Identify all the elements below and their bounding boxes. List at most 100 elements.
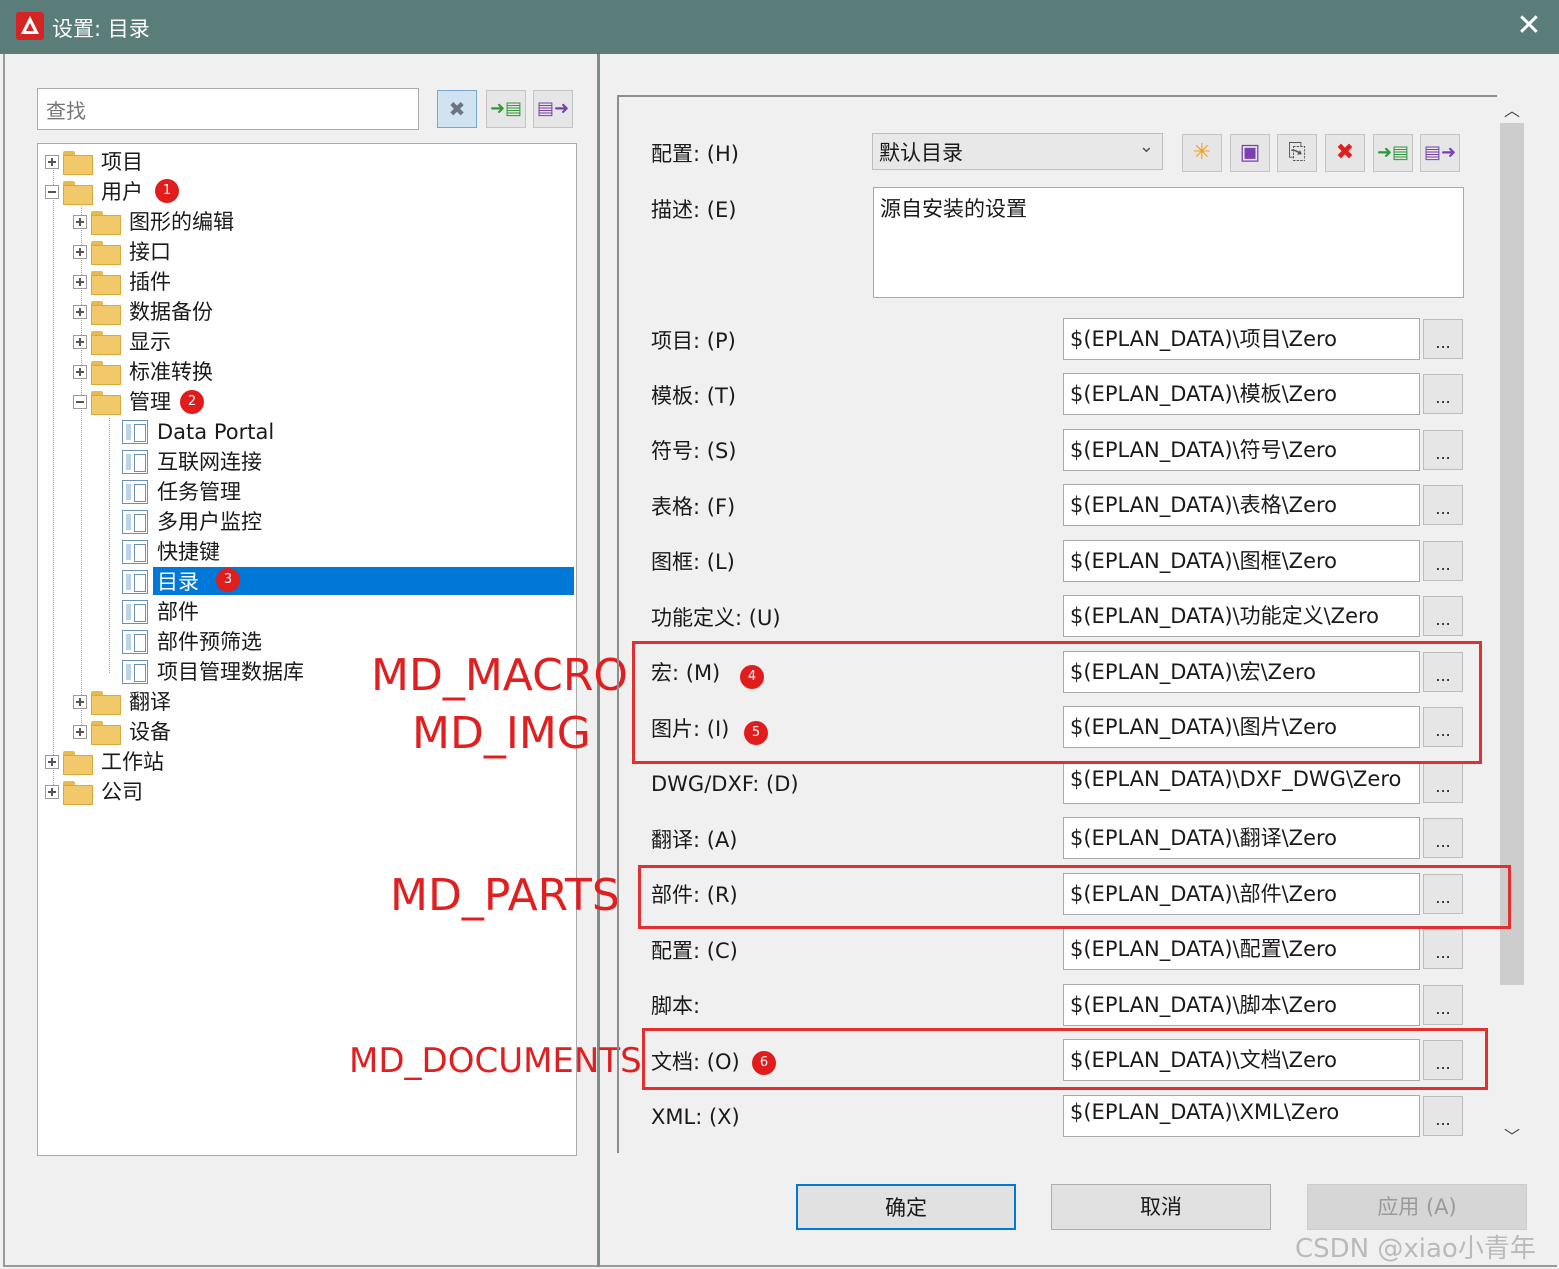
browse-button[interactable]: ... xyxy=(1423,1096,1463,1136)
path-input-form[interactable]: $(EPLAN_DATA)\表格\Zero xyxy=(1063,484,1420,526)
browse-button[interactable]: ... xyxy=(1423,818,1463,858)
import-icon[interactable]: ➜▤ xyxy=(1373,134,1413,172)
browse-button[interactable]: ... xyxy=(1423,929,1463,969)
field-label-configuration: 配置: (C) xyxy=(651,939,738,963)
path-input-function-def[interactable]: $(EPLAN_DATA)\功能定义\Zero xyxy=(1063,595,1420,637)
save-icon[interactable]: ▣ xyxy=(1230,134,1270,172)
scroll-up-icon[interactable]: ︿ xyxy=(1497,97,1527,125)
tree-line xyxy=(109,418,110,673)
annotation-badge-2: 2 xyxy=(180,390,204,414)
folder-icon xyxy=(91,211,121,235)
tree-label: 图形的编辑 xyxy=(129,210,234,234)
copy-icon[interactable]: ⎘ xyxy=(1277,134,1317,172)
field-label-form: 表格: (F) xyxy=(651,495,736,519)
browse-button[interactable]: ... xyxy=(1423,319,1463,359)
tree-line xyxy=(53,170,54,795)
path-input-configuration[interactable]: $(EPLAN_DATA)\配置\Zero xyxy=(1063,928,1420,970)
browse-button[interactable]: ... xyxy=(1423,596,1463,636)
path-input-xml[interactable]: $(EPLAN_DATA)\XML\Zero xyxy=(1063,1095,1420,1137)
settings-page-icon xyxy=(122,420,148,444)
export-icon[interactable]: ▤➜ xyxy=(533,90,573,128)
expand-icon[interactable] xyxy=(73,215,87,229)
path-input-symbol[interactable]: $(EPLAN_DATA)\符号\Zero xyxy=(1063,429,1420,471)
expand-icon[interactable] xyxy=(45,155,59,169)
apply-button[interactable]: 应用 (A) xyxy=(1307,1184,1527,1230)
settings-page-icon xyxy=(122,510,148,534)
scroll-down-icon[interactable]: ﹀ xyxy=(1497,1123,1527,1151)
expand-icon[interactable] xyxy=(73,365,87,379)
field-label-project: 项目: (P) xyxy=(651,329,736,353)
tree-label: Data Portal xyxy=(157,420,275,444)
folder-icon xyxy=(91,391,121,415)
path-input-dwg-dxf[interactable]: $(EPLAN_DATA)\DXF_DWG\Zero xyxy=(1063,762,1420,804)
expand-icon[interactable] xyxy=(73,725,87,739)
config-dropdown[interactable]: 默认目录 ⌄ xyxy=(872,133,1163,170)
folder-icon xyxy=(91,271,121,295)
browse-button[interactable]: ... xyxy=(1423,541,1463,581)
folder-icon xyxy=(91,721,121,745)
highlight-box-parts xyxy=(638,865,1511,929)
path-input-translation[interactable]: $(EPLAN_DATA)\翻译\Zero xyxy=(1063,817,1420,859)
tree-label: 显示 xyxy=(129,330,171,354)
path-input-frame[interactable]: $(EPLAN_DATA)\图框\Zero xyxy=(1063,540,1420,582)
settings-page-icon xyxy=(122,600,148,624)
ok-button[interactable]: 确定 xyxy=(796,1184,1016,1230)
title-bar: 设置: 目录 ✕ xyxy=(0,0,1559,54)
tree-label: 目录 xyxy=(157,570,199,594)
tree-label: 快捷键 xyxy=(157,540,220,564)
settings-page-icon xyxy=(122,630,148,654)
folder-icon xyxy=(91,301,121,325)
browse-button[interactable]: ... xyxy=(1423,985,1463,1025)
expand-icon[interactable] xyxy=(45,785,59,799)
path-input-template[interactable]: $(EPLAN_DATA)\模板\Zero xyxy=(1063,373,1420,415)
expand-icon[interactable] xyxy=(45,755,59,769)
clear-search-icon[interactable]: ✖ xyxy=(437,90,477,128)
tree-label: 项目 xyxy=(101,150,143,174)
tree-label: 翻译 xyxy=(129,690,171,714)
vertical-scrollbar[interactable]: ︿ ﹀ xyxy=(1497,95,1527,1153)
browse-button[interactable]: ... xyxy=(1423,374,1463,414)
eplan-app-icon xyxy=(16,12,44,40)
expand-icon[interactable] xyxy=(73,305,87,319)
search-input[interactable]: 查找 xyxy=(37,88,419,130)
field-label-translation: 翻译: (A) xyxy=(651,828,738,852)
folder-icon xyxy=(91,241,121,265)
annotation-md-parts: MD_PARTS xyxy=(390,870,620,921)
tree-label: 部件 xyxy=(157,600,199,624)
expand-icon[interactable] xyxy=(73,275,87,289)
browse-button[interactable]: ... xyxy=(1423,485,1463,525)
path-input-script[interactable]: $(EPLAN_DATA)\脚本\Zero xyxy=(1063,984,1420,1026)
tree-label: 任务管理 xyxy=(157,480,241,504)
highlight-box-documents xyxy=(642,1028,1488,1090)
tree-label: 接口 xyxy=(129,240,171,264)
folder-icon xyxy=(63,151,93,175)
import-icon[interactable]: ➜▤ xyxy=(486,90,526,128)
annotation-md-img: MD_IMG xyxy=(412,708,591,759)
folder-icon xyxy=(91,691,121,715)
expand-icon[interactable] xyxy=(73,245,87,259)
folder-icon xyxy=(91,361,121,385)
browse-button[interactable]: ... xyxy=(1423,763,1463,803)
close-icon[interactable]: ✕ xyxy=(1513,10,1545,42)
field-label-dwg-dxf: DWG/DXF: (D) xyxy=(651,772,799,796)
new-icon[interactable]: ✳ xyxy=(1182,134,1222,172)
scrollbar-thumb[interactable] xyxy=(1500,123,1524,985)
collapse-icon[interactable] xyxy=(45,185,59,199)
field-label-script: 脚本: xyxy=(651,994,701,1018)
delete-icon[interactable]: ✖ xyxy=(1325,134,1365,172)
cancel-button[interactable]: 取消 xyxy=(1051,1184,1271,1230)
browse-button[interactable]: ... xyxy=(1423,430,1463,470)
expand-icon[interactable] xyxy=(73,695,87,709)
config-label: 配置: (H) xyxy=(651,142,739,166)
window-border-left xyxy=(3,54,5,1267)
description-textarea[interactable]: 源自安装的设置 xyxy=(873,187,1464,298)
export-icon[interactable]: ▤➜ xyxy=(1420,134,1460,172)
field-label-xml: XML: (X) xyxy=(651,1105,740,1129)
field-label-function-def: 功能定义: (U) xyxy=(651,606,781,630)
settings-page-icon xyxy=(122,450,148,474)
collapse-icon[interactable] xyxy=(73,395,87,409)
settings-page-icon xyxy=(122,570,148,594)
expand-icon[interactable] xyxy=(73,335,87,349)
path-input-project[interactable]: $(EPLAN_DATA)\项目\Zero xyxy=(1063,318,1420,360)
annotation-md-documents: MD_DOCUMENTS xyxy=(349,1041,642,1081)
